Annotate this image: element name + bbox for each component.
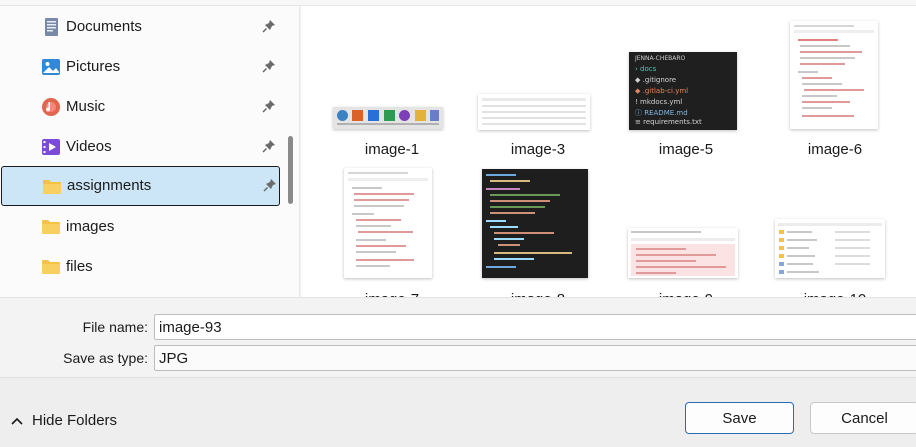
file-name: image-3 [510, 141, 566, 158]
sidebar-item-documents[interactable]: Documents [0, 7, 281, 47]
sidebar-item-label: files [66, 258, 93, 275]
thumbnail [628, 228, 738, 278]
sidebar-item-videos[interactable]: Videos [0, 127, 281, 167]
thumbnail-text: JENNA-CHEBARO [635, 55, 686, 62]
thumbnail-text: ◆ .gitlab-ci.yml [635, 87, 689, 95]
pin-icon[interactable] [262, 59, 276, 73]
sidebar-item-label: Videos [66, 138, 112, 155]
save-button[interactable]: Save [685, 402, 794, 434]
sidebar-item-label: assignments [67, 177, 152, 194]
cancel-button[interactable]: Cancel [810, 402, 916, 434]
file-name: image-5 [658, 141, 714, 158]
documents-icon [45, 18, 58, 36]
thumbnail [478, 94, 590, 130]
file-name: image-6 [807, 141, 863, 158]
pin-icon[interactable] [262, 139, 276, 153]
thumbnail-text: › docs [635, 65, 657, 73]
save-type-label: Save as type: [63, 350, 148, 366]
save-type-value: JPG [159, 350, 189, 367]
thumbnail [482, 169, 588, 278]
file-grid: image-1 image-3 JENNA-CHEBARO › docs ◆ .… [301, 6, 916, 297]
thumbnail: JENNA-CHEBARO › docs ◆ .gitignore ◆ .git… [629, 52, 737, 130]
file-name: image-1 [364, 141, 420, 158]
save-form: File name: Save as type: JPG [0, 297, 916, 377]
pictures-icon [42, 59, 60, 75]
sidebar-scrollbar-thumb[interactable] [288, 136, 293, 204]
pin-icon[interactable] [262, 19, 276, 33]
sidebar-item-pictures[interactable]: Pictures [0, 47, 281, 87]
sidebar-item-assignments[interactable]: assignments [1, 166, 280, 206]
file-tile-image-10[interactable]: image-10 [769, 158, 901, 297]
sidebar-item-label: images [66, 218, 115, 235]
pin-icon[interactable] [262, 99, 276, 113]
chevron-up-icon [11, 417, 23, 425]
sidebar-item-label: Pictures [66, 58, 121, 75]
file-tile-image-7[interactable]: image-7 [326, 158, 458, 297]
thumbnail-text: ◆ .gitignore [635, 76, 677, 84]
thumbnail [775, 219, 885, 278]
sidebar-item-label: Documents [66, 18, 142, 35]
hide-folders-label: Hide Folders [32, 412, 118, 429]
thumbnail [344, 168, 432, 278]
folder-icon [42, 220, 60, 234]
hide-folders-button[interactable]: Hide Folders [10, 412, 117, 429]
videos-icon [42, 139, 60, 155]
file-tile-image-6[interactable]: image-6 [769, 6, 901, 166]
folder-icon [43, 180, 61, 194]
file-tile-image-9[interactable]: image-9 [620, 158, 752, 297]
thumbnail-text: ≡ requirements.txt [635, 118, 702, 126]
thumbnail [790, 21, 878, 129]
thumbnail-text: ⓘ README.md [635, 109, 688, 117]
music-icon [42, 98, 60, 116]
file-name-input[interactable] [154, 314, 916, 340]
sidebar-item-music[interactable]: Music [0, 87, 281, 127]
navigation-pane: Documents Pictures Music Videos assignme… [0, 6, 300, 297]
thumbnail [333, 107, 443, 129]
file-name-label: File name: [82, 319, 148, 335]
pin-icon[interactable] [263, 178, 277, 192]
folder-icon [42, 260, 60, 274]
thumbnail-text: ! mkdocs.yml [635, 98, 683, 106]
sidebar-item-files[interactable]: files [0, 247, 281, 287]
file-tile-image-8[interactable]: image-8 [472, 158, 604, 297]
save-type-select[interactable]: JPG [154, 345, 916, 371]
sidebar-item-label: Music [66, 98, 106, 115]
dialog-footer: Hide Folders Save Cancel [0, 377, 916, 447]
file-tile-image-1[interactable]: image-1 [326, 6, 458, 166]
file-tile-image-5[interactable]: JENNA-CHEBARO › docs ◆ .gitignore ◆ .git… [620, 6, 752, 166]
file-tile-image-3[interactable]: image-3 [472, 6, 604, 166]
sidebar-item-images[interactable]: images [0, 207, 281, 247]
